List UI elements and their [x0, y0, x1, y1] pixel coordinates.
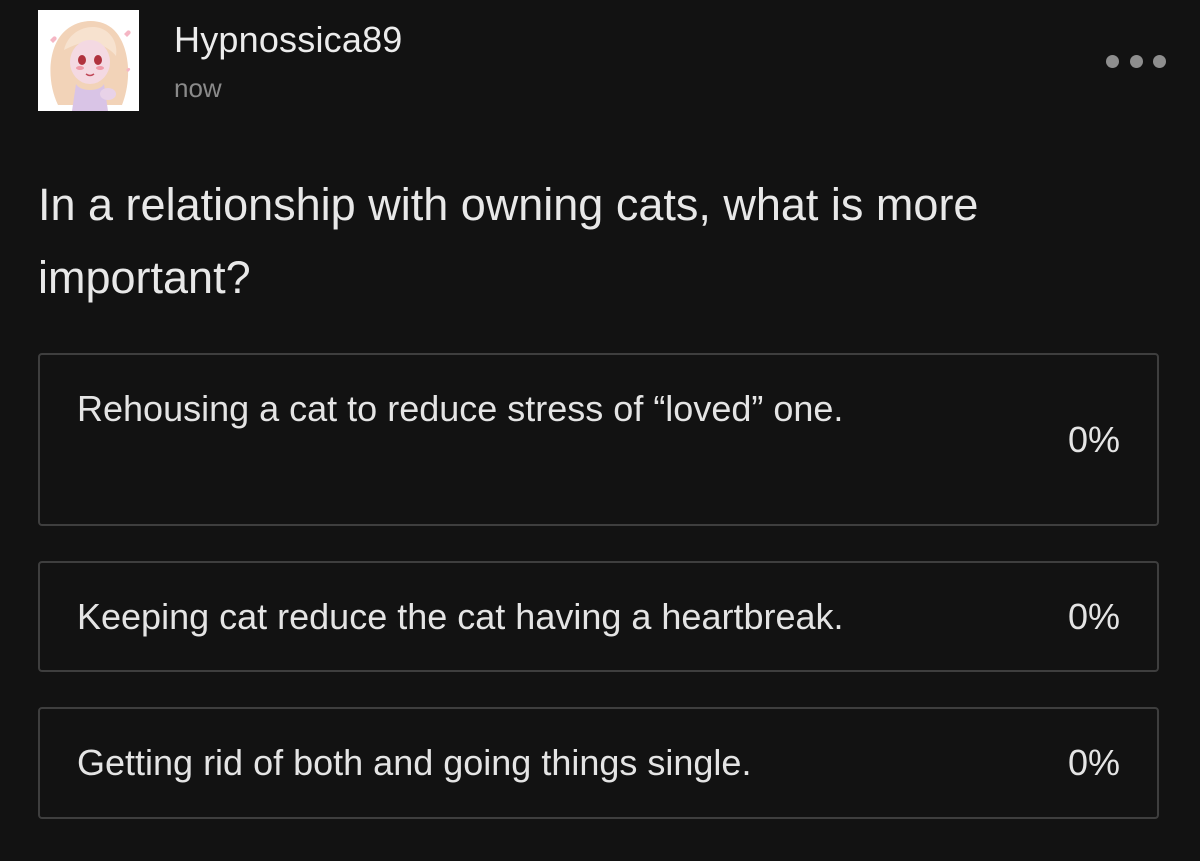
avatar[interactable] — [38, 10, 139, 111]
poll-option-label: Getting rid of both and going things sin… — [77, 742, 752, 783]
poll-option[interactable]: Rehousing a cat to reduce stress of “lov… — [38, 353, 1159, 526]
poll-option-percent: 0% — [1067, 419, 1120, 460]
poll-option[interactable]: Getting rid of both and going things sin… — [38, 707, 1159, 819]
poll-question: In a relationship with owning cats, what… — [38, 179, 979, 303]
poll-option-percent: 0% — [1067, 596, 1120, 637]
more-options-button[interactable] — [1106, 48, 1166, 74]
timestamp: now — [174, 73, 222, 103]
poll-option-label: Keeping cat reduce the cat having a hear… — [77, 596, 844, 637]
more-horizontal-icon — [1106, 54, 1119, 68]
poll-option[interactable]: Keeping cat reduce the cat having a hear… — [38, 561, 1159, 672]
avatar-image — [38, 10, 139, 111]
username[interactable]: Hypnossica89 — [174, 18, 403, 62]
more-horizontal-icon — [1153, 54, 1166, 68]
more-horizontal-icon — [1129, 54, 1143, 68]
poll-post: Hypnossica89 now In a relationship with … — [0, 0, 1200, 861]
poll-option-label: Rehousing a cat to reduce stress of “lov… — [77, 388, 844, 429]
poll-option-percent: 0% — [1067, 742, 1120, 783]
